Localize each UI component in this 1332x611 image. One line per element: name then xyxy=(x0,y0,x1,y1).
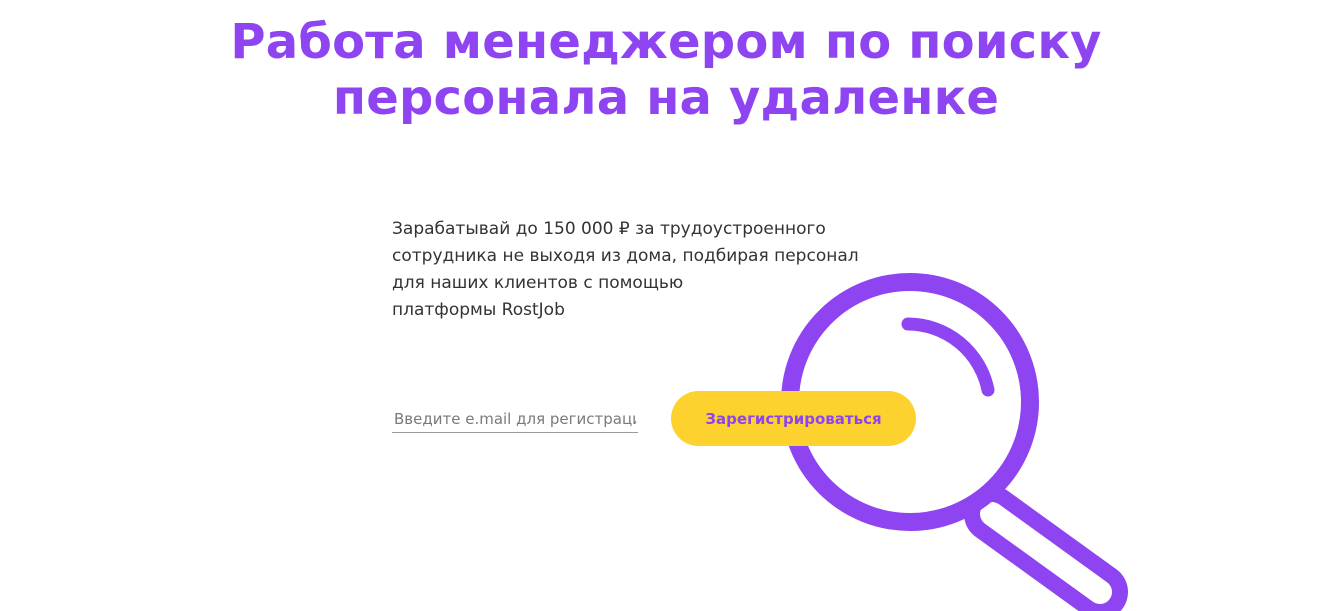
page-title-line-1: Работа менеджером по поиску xyxy=(230,14,1102,70)
page-title: Работа менеджером по поиску персонала на… xyxy=(0,14,1332,126)
landing-page: Работа менеджером по поиску персонала на… xyxy=(0,0,1332,611)
intro-line-3: для наших клиентов с помощью xyxy=(392,273,684,293)
intro-text: Зарабатывай до 150 000 ₽ за трудоустроен… xyxy=(392,216,892,324)
intro-line-2: сотрудника не выходя из дома, подбирая п… xyxy=(392,246,859,266)
page-title-line-2: персонала на удаленке xyxy=(332,70,1000,126)
email-input[interactable] xyxy=(392,405,638,433)
register-button[interactable]: Зарегистрироваться xyxy=(671,391,916,446)
intro-line-4: платформы RostJob xyxy=(392,300,565,320)
intro-line-1: Зарабатывай до 150 000 ₽ за трудоустроен… xyxy=(392,219,826,239)
